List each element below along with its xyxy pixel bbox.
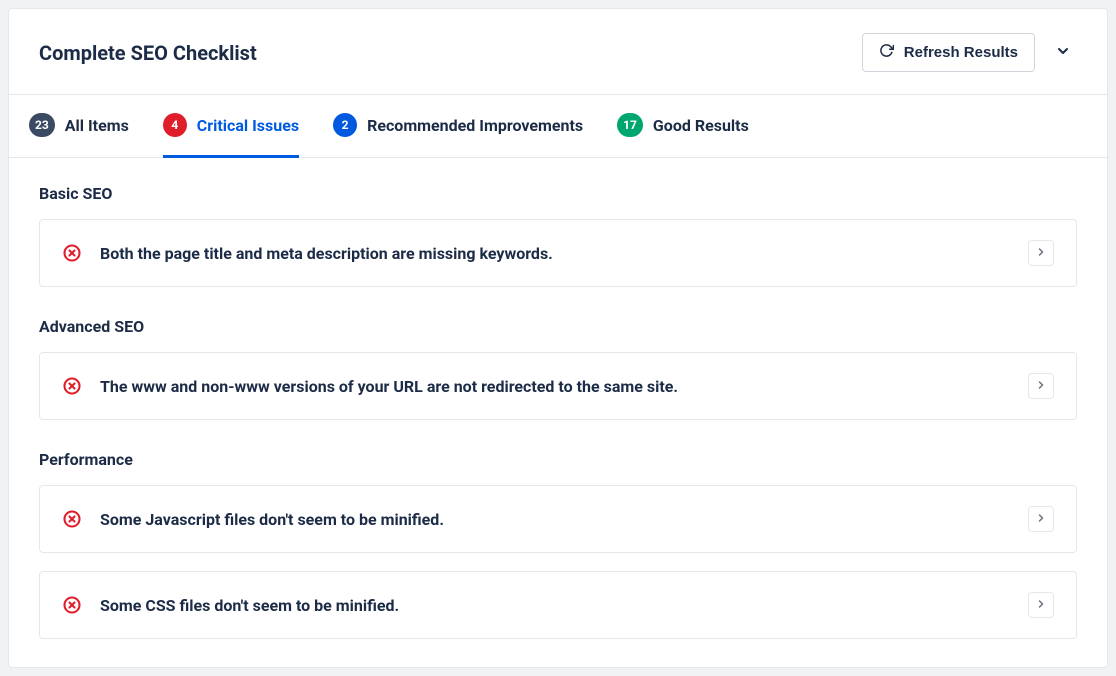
error-icon [62,243,82,263]
tab-label: Good Results [653,116,749,135]
panel-header: Complete SEO Checklist Refresh Results [9,9,1107,94]
checklist-item[interactable]: The www and non-www versions of your URL… [39,352,1077,420]
header-actions: Refresh Results [862,33,1077,72]
chevron-right-icon [1035,379,1047,394]
chevron-down-icon [1055,43,1071,62]
tab-count-badge: 23 [29,113,55,137]
chevron-right-icon [1035,246,1047,261]
tab-critical-issues[interactable]: 4 Critical Issues [163,95,299,158]
section-performance: Performance Some Javascript files don't … [39,450,1077,639]
page-title: Complete SEO Checklist [39,41,257,65]
tabs: 23 All Items 4 Critical Issues 2 Recomme… [9,94,1107,158]
chevron-right-icon [1035,512,1047,527]
checklist-item-text: Some Javascript files don't seem to be m… [100,510,1010,529]
collapse-panel-button[interactable] [1049,37,1077,68]
expand-item-button[interactable] [1028,506,1054,532]
tab-all-items[interactable]: 23 All Items [29,95,129,158]
tab-label: Recommended Improvements [367,116,583,135]
checklist-item-text: The www and non-www versions of your URL… [100,377,1010,396]
checklist-item-text: Both the page title and meta description… [100,244,1010,263]
error-icon [62,595,82,615]
tab-count-badge: 17 [617,113,643,137]
tab-good-results[interactable]: 17 Good Results [617,95,749,158]
refresh-icon [879,43,894,62]
tab-count-badge: 4 [163,113,187,137]
tab-count-badge: 2 [333,113,357,137]
section-basic-seo: Basic SEO Both the page title and meta d… [39,184,1077,287]
expand-item-button[interactable] [1028,373,1054,399]
tab-label: All Items [65,116,129,135]
tab-recommended-improvements[interactable]: 2 Recommended Improvements [333,95,583,158]
section-title: Performance [39,450,1077,469]
refresh-results-button[interactable]: Refresh Results [862,33,1035,72]
checklist-item[interactable]: Some CSS files don't seem to be minified… [39,571,1077,639]
error-icon [62,376,82,396]
expand-item-button[interactable] [1028,240,1054,266]
seo-checklist-panel: Complete SEO Checklist Refresh Results 2… [8,8,1108,668]
expand-item-button[interactable] [1028,592,1054,618]
refresh-label: Refresh Results [904,44,1018,61]
error-icon [62,509,82,529]
section-advanced-seo: Advanced SEO The www and non-www version… [39,317,1077,420]
chevron-right-icon [1035,598,1047,613]
tab-label: Critical Issues [197,116,299,135]
section-title: Advanced SEO [39,317,1077,336]
section-title: Basic SEO [39,184,1077,203]
checklist-item-text: Some CSS files don't seem to be minified… [100,596,1010,615]
checklist-item[interactable]: Both the page title and meta description… [39,219,1077,287]
checklist-item[interactable]: Some Javascript files don't seem to be m… [39,485,1077,553]
panel-content: Basic SEO Both the page title and meta d… [9,158,1107,667]
